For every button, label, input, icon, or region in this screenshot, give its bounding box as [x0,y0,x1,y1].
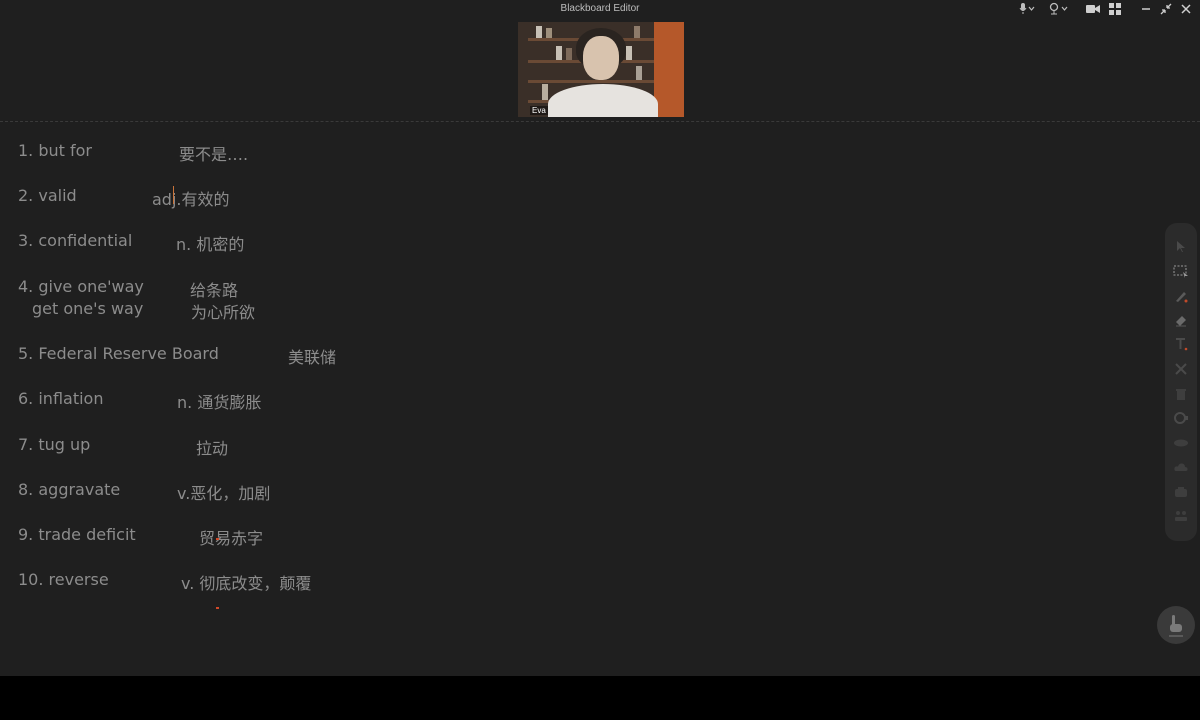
minimize-icon [1142,8,1150,10]
collapse-arrows-icon [1160,3,1172,15]
pen-icon [1176,292,1188,303]
vocab-definition: 美联储 [288,348,337,367]
cursor-icon [1177,241,1185,252]
top-controls [1016,0,1196,18]
participant-body [548,84,658,117]
template-icon [1175,487,1187,497]
shapes-icon [1174,439,1188,447]
vocab-term: 8. aggravate [18,480,121,499]
vocab-term: 2. valid [18,186,77,205]
close-icon [1181,4,1191,14]
vocab-definition: v.恶化，加剧 [177,484,271,503]
grid-layout-icon [1109,3,1121,15]
minimize-button[interactable] [1136,0,1156,18]
delete-icon [1176,389,1186,400]
eraser-icon [1176,316,1186,327]
clear-tool[interactable] [1172,360,1190,378]
text-icon [1176,338,1188,351]
blackboard-editor-window: Blackboard Editor Eva 1. but for 要不是…. 2… [0,0,1200,676]
video-camera-icon [1086,5,1100,13]
close-button[interactable] [1176,0,1196,18]
record-tool[interactable] [1172,409,1190,427]
vocab-definition: adj.有效的 [152,190,230,209]
vocab-term: 7. tug up [18,435,91,454]
text-cursor [173,186,174,204]
header-divider [0,121,1200,122]
vocab-definition: 拉动 [196,439,229,458]
vocab-definition: n. 通货膨胀 [177,393,262,412]
pen-tool[interactable] [1172,287,1190,305]
cloud-tool[interactable] [1172,458,1190,476]
text-tool[interactable] [1172,335,1190,353]
microphone-button[interactable] [1016,0,1038,18]
clear-icon [1175,363,1187,375]
vocab-definition: v. 彻底改变，颠覆 [181,574,312,593]
more-tool[interactable] [1172,507,1190,525]
ink-mark [216,607,219,609]
vocab-term: 6. inflation [18,389,104,408]
select-region-icon [1173,265,1188,278]
microphone-icon [1019,3,1035,14]
select-region-tool[interactable] [1172,262,1190,280]
participant-face [583,36,619,80]
taskbar-strip [0,676,1200,720]
raise-hand-icon [1169,615,1183,637]
vocab-term: 3. confidential [18,231,133,250]
webcam-icon [1049,2,1068,15]
restore-button[interactable] [1156,0,1176,18]
vocab-definition: 要不是…. [179,145,249,164]
vocab-term: 4. give one'way [18,277,144,296]
eraser-tool[interactable] [1172,311,1190,329]
vocab-term: 5. Federal Reserve Board [18,344,219,363]
template-tool[interactable] [1172,483,1190,501]
record-icon [1174,412,1188,424]
vocab-definition: 为心所欲 [191,303,256,322]
vocab-definition: 贸易赤字 [199,529,264,548]
video-camera-button[interactable] [1082,0,1104,18]
cloud-icon [1174,463,1188,471]
more-icon [1175,511,1187,521]
drawing-toolbar [1165,223,1197,541]
participant-video: Eva [518,22,684,117]
vocab-term: get one's way [32,299,144,318]
shapes-tool[interactable] [1172,434,1190,452]
camera-select-button[interactable] [1048,0,1072,18]
vocab-term: 10. reverse [18,570,109,589]
vocab-term: 9. trade deficit [18,525,136,544]
raise-hand-button[interactable] [1157,606,1195,644]
vocab-definition: n. 机密的 [176,235,245,254]
cursor-tool[interactable] [1172,237,1190,255]
delete-tool[interactable] [1172,385,1190,403]
participant-name: Eva [530,106,548,115]
vocab-definition: 给条路 [190,281,239,300]
layout-button[interactable] [1104,0,1126,18]
ink-mark [216,538,219,540]
vocab-term: 1. but for [18,141,93,160]
